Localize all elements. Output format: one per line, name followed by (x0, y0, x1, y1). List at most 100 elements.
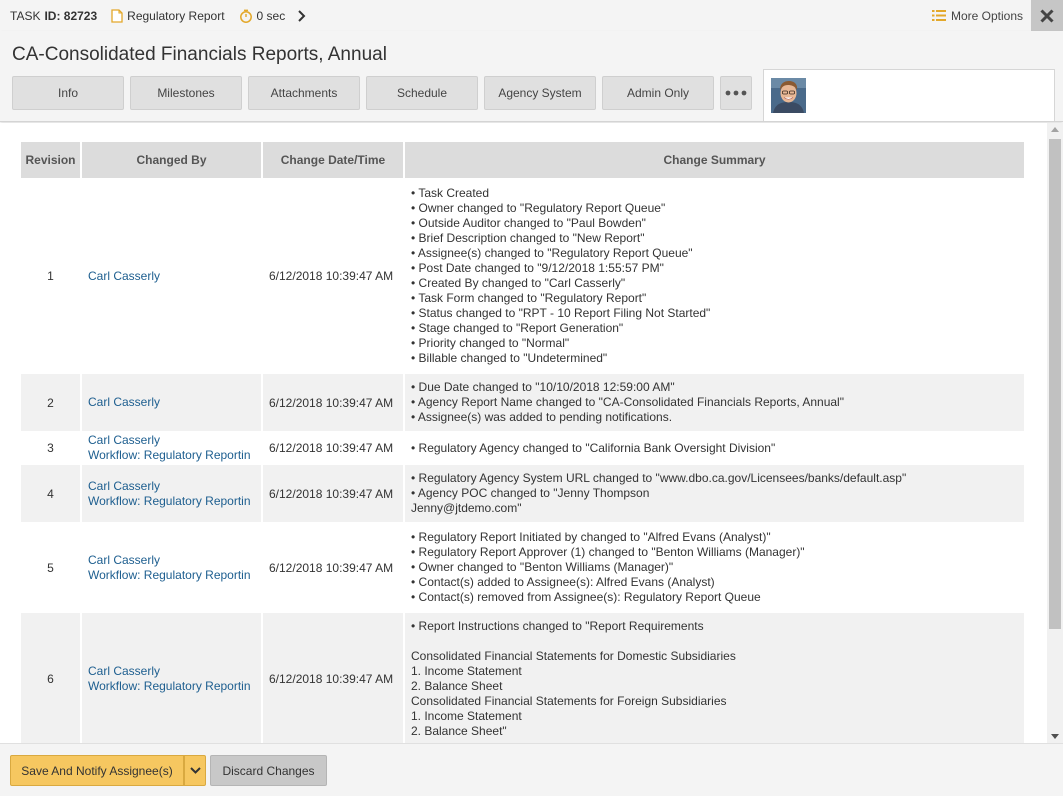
discard-changes-button[interactable]: Discard Changes (210, 755, 327, 786)
scroll-up-arrow[interactable] (1051, 127, 1059, 132)
chevron-down-icon (189, 767, 201, 774)
task-id-value: ID: 82723 (44, 8, 98, 23)
close-button[interactable] (1031, 0, 1063, 31)
summary-line: 2. Balance Sheet" (411, 724, 507, 738)
summary-line: Consolidated Financial Statements for Fo… (411, 694, 727, 708)
summary-line: • Outside Auditor changed to "Paul Bowde… (411, 216, 646, 230)
page-title: CA-Consolidated Financials Reports, Annu… (12, 44, 387, 65)
summary-line: • Post Date changed to "9/12/2018 1:55:5… (411, 261, 664, 275)
task-id: TASK ID: 82723 (10, 9, 97, 23)
table-row: 3 Carl Casserly Workflow: Regulatory Rep… (21, 431, 1024, 463)
revision-cell: 5 (21, 522, 82, 611)
summary-line: • Regulatory Agency System URL changed t… (411, 471, 907, 485)
summary-line: • Contact(s) added to Assignee(s): Alfre… (411, 575, 715, 589)
timer-value: 0 sec (256, 8, 286, 23)
summary-line: • Regulatory Report Initiated by changed… (411, 530, 771, 544)
revision-cell: 4 (21, 463, 82, 522)
workflow-link[interactable]: Workflow: Regulatory Reportin (88, 448, 261, 463)
report-type-label: Regulatory Report (127, 8, 225, 23)
revision-cell: 2 (21, 372, 82, 431)
changed-by-cell: Carl Casserly Workflow: Regulatory Repor… (82, 431, 263, 463)
summary-line: • Assignee(s) was added to pending notif… (411, 410, 673, 424)
list-icon (931, 10, 946, 21)
tab-admin-only[interactable]: Admin Only (602, 76, 714, 110)
summary-line: 1. Income Statement (411, 709, 522, 723)
summary-line: 2. Balance Sheet (411, 679, 503, 693)
revision-cell: 3 (21, 431, 82, 463)
user-link[interactable]: Carl Casserly (88, 664, 261, 679)
vertical-scrollbar[interactable] (1047, 123, 1063, 743)
date-cell: 6/12/2018 10:39:47 AM (263, 372, 405, 431)
workflow-link[interactable]: Workflow: Regulatory Reportin (88, 679, 261, 694)
tab-milestones[interactable]: Milestones (130, 76, 242, 110)
summary-line: • Report Instructions changed to "Report… (411, 619, 704, 633)
date-cell: 6/12/2018 10:39:47 AM (263, 463, 405, 522)
tab-agency-system[interactable]: Agency System (484, 76, 596, 110)
workflow-link[interactable]: Workflow: Regulatory Reportin (88, 494, 261, 509)
column-header-change-summary[interactable]: Change Summary (405, 142, 1024, 178)
revision-cell: 1 (21, 178, 82, 372)
more-tabs-button[interactable] (720, 76, 752, 110)
column-header-changed-by[interactable]: Changed By (82, 142, 263, 178)
summary-line: • Regulatory Agency changed to "Californ… (411, 440, 776, 455)
user-link[interactable]: Carl Casserly (88, 479, 261, 494)
more-dots-icon (725, 90, 747, 96)
summary-cell: • Regulatory Report Initiated by changed… (405, 522, 1024, 611)
save-and-notify-button[interactable]: Save And Notify Assignee(s) (10, 755, 184, 786)
summary-line: • Regulatory Report Approver (1) changed… (411, 545, 805, 559)
table-row: 1 Carl Casserly 6/12/2018 10:39:47 AM • … (21, 178, 1024, 372)
summary-line: Consolidated Financial Statements for Do… (411, 649, 736, 663)
summary-line: • Assignee(s) changed to "Regulatory Rep… (411, 246, 693, 260)
scrollbar-thumb[interactable] (1049, 139, 1061, 629)
summary-line: • Stage changed to "Report Generation" (411, 321, 624, 335)
summary-blank-line (411, 634, 1018, 649)
assignee-panel (763, 69, 1055, 121)
summary-line: • Task Form changed to "Regulatory Repor… (411, 291, 647, 305)
summary-cell: • Regulatory Agency System URL changed t… (405, 463, 1024, 522)
tab-bar: Info Milestones Attachments Schedule Age… (12, 76, 758, 110)
stopwatch-icon (239, 9, 252, 23)
more-options-label: More Options (950, 8, 1023, 23)
revision-cell: 6 (21, 611, 82, 743)
date-cell: 6/12/2018 10:39:47 AM (263, 522, 405, 611)
summary-line: • Agency POC changed to "Jenny Thompson (411, 486, 650, 500)
table-row: 5 Carl Casserly Workflow: Regulatory Rep… (21, 522, 1024, 611)
avatar[interactable] (771, 78, 806, 113)
summary-line: 1. Income Statement (411, 664, 522, 678)
task-label: TASK (10, 8, 41, 23)
column-header-revision[interactable]: Revision (21, 142, 82, 178)
user-link[interactable]: Carl Casserly (88, 553, 261, 568)
workflow-link[interactable]: Workflow: Regulatory Reportin (88, 568, 261, 583)
summary-line: • Due Date changed to "10/10/2018 12:59:… (411, 380, 675, 394)
next-chevron-button[interactable] (297, 9, 306, 22)
tab-schedule[interactable]: Schedule (366, 76, 478, 110)
date-cell: 6/12/2018 10:39:47 AM (263, 178, 405, 372)
summary-line: • Brief Description changed to "New Repo… (411, 231, 645, 245)
tab-info[interactable]: Info (12, 76, 124, 110)
revision-table: Revision Changed By Change Date/Time Cha… (21, 142, 1024, 743)
table-row: 6 Carl Casserly Workflow: Regulatory Rep… (21, 611, 1024, 743)
column-header-change-date[interactable]: Change Date/Time (263, 142, 405, 178)
user-link[interactable]: Carl Casserly (88, 395, 261, 410)
table-row: 2 Carl Casserly 6/12/2018 10:39:47 AM • … (21, 372, 1024, 431)
date-cell: 6/12/2018 10:39:47 AM (263, 611, 405, 743)
document-icon (111, 8, 123, 23)
summary-cell: • Task Created • Owner changed to "Regul… (405, 178, 1024, 372)
save-options-dropdown[interactable] (184, 755, 206, 786)
summary-cell: • Regulatory Agency changed to "Californ… (405, 431, 1024, 463)
more-options-button[interactable]: More Options (931, 0, 1023, 31)
scroll-down-arrow[interactable] (1051, 734, 1059, 739)
summary-cell: • Due Date changed to "10/10/2018 12:59:… (405, 372, 1024, 431)
summary-line: • Priority changed to "Normal" (411, 336, 570, 350)
task-header: CA-Consolidated Financials Reports, Annu… (0, 31, 1063, 122)
table-row: 4 Carl Casserly Workflow: Regulatory Rep… (21, 463, 1024, 522)
summary-line: • Status changed to "RPT - 10 Report Fil… (411, 306, 711, 320)
report-type: Regulatory Report (111, 8, 225, 23)
user-link[interactable]: Carl Casserly (88, 269, 261, 284)
tab-attachments[interactable]: Attachments (248, 76, 360, 110)
timer: 0 sec (239, 8, 286, 23)
summary-line: Jenny@jtdemo.com" (411, 501, 522, 515)
summary-line: • Owner changed to "Benton Williams (Man… (411, 560, 674, 574)
user-link[interactable]: Carl Casserly (88, 433, 261, 448)
revision-history: Revision Changed By Change Date/Time Cha… (0, 123, 1047, 743)
